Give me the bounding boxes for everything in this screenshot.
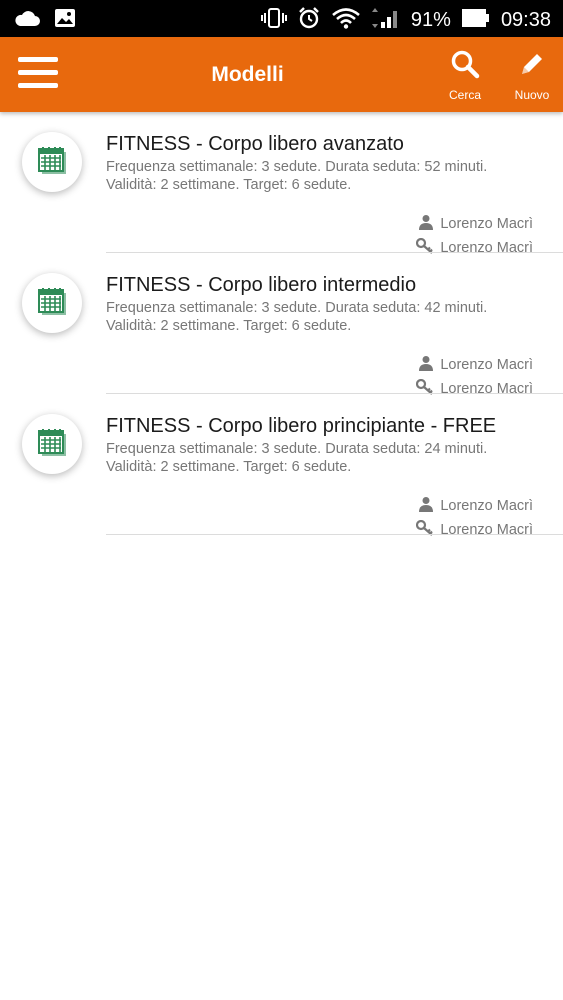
trainer-name: Lorenzo Macrì: [440, 216, 533, 232]
item-title: FITNESS - Corpo libero intermedio: [106, 274, 417, 296]
list-item[interactable]: FITNESS - Corpo libero avanzato Frequenz…: [0, 112, 563, 256]
calendar-icon: [36, 285, 68, 322]
pencil-icon: [517, 54, 547, 83]
vibrate-icon: [260, 7, 287, 34]
divider: [106, 534, 563, 535]
cloud-icon: [14, 9, 40, 32]
model-list: FITNESS - Corpo libero avanzato Frequenz…: [0, 112, 563, 538]
user-icon: [418, 496, 434, 516]
item-description: Frequenza settimanale: 3 sedute. Durata …: [106, 299, 487, 335]
battery-icon: [461, 7, 491, 34]
signal-icon: [371, 6, 401, 35]
trainer-row: Lorenzo Macrì: [418, 496, 533, 516]
list-item[interactable]: FITNESS - Corpo libero principiante - FR…: [0, 394, 563, 538]
alarm-icon: [297, 6, 321, 35]
key-icon: [416, 519, 434, 540]
item-validity: Validità: 2 settimane. Target: 6 sedute.: [106, 177, 352, 193]
item-frequency: Frequenza settimanale: 3 sedute. Durata …: [106, 300, 488, 316]
calendar-icon: [36, 426, 68, 463]
user-icon: [418, 355, 434, 375]
search-icon: [450, 50, 480, 83]
page-title: Modelli: [211, 63, 284, 86]
menu-icon: [18, 57, 58, 62]
search-label: Cerca: [448, 88, 481, 102]
new-label: Nuovo: [514, 88, 550, 102]
new-button[interactable]: Nuovo: [502, 49, 562, 102]
item-validity: Validità: 2 settimane. Target: 6 sedute.: [106, 459, 352, 475]
wifi-icon: [331, 7, 361, 34]
item-title: FITNESS - Corpo libero avanzato: [106, 133, 404, 155]
item-frequency: Frequenza settimanale: 3 sedute. Durata …: [106, 159, 488, 175]
item-description: Frequenza settimanale: 3 sedute. Durata …: [106, 158, 487, 194]
avatar: [22, 132, 82, 192]
image-icon: [54, 8, 76, 33]
avatar: [22, 414, 82, 474]
item-frequency: Frequenza settimanale: 3 sedute. Durata …: [106, 441, 488, 457]
item-title: FITNESS - Corpo libero principiante - FR…: [106, 415, 497, 437]
trainer-row: Lorenzo Macrì: [418, 214, 533, 234]
trainer-row: Lorenzo Macrì: [418, 355, 533, 375]
battery-percent: 91%: [410, 9, 451, 31]
item-description: Frequenza settimanale: 3 sedute. Durata …: [106, 440, 487, 476]
user-icon: [418, 214, 434, 234]
trainer-name: Lorenzo Macrì: [440, 498, 533, 514]
menu-button[interactable]: [18, 57, 58, 91]
owner-name: Lorenzo Macrì: [440, 522, 533, 538]
item-validity: Validità: 2 settimane. Target: 6 sedute.: [106, 318, 352, 334]
app-bar: Modelli Cerca Nuovo: [0, 37, 563, 112]
clock: 09:38: [500, 9, 551, 31]
search-button[interactable]: Cerca: [435, 49, 495, 102]
avatar: [22, 273, 82, 333]
calendar-icon: [36, 144, 68, 181]
trainer-name: Lorenzo Macrì: [440, 357, 533, 373]
status-bar: 91% 09:38: [0, 0, 563, 37]
owner-row: Lorenzo Macrì: [416, 519, 533, 540]
list-item[interactable]: FITNESS - Corpo libero intermedio Freque…: [0, 253, 563, 397]
